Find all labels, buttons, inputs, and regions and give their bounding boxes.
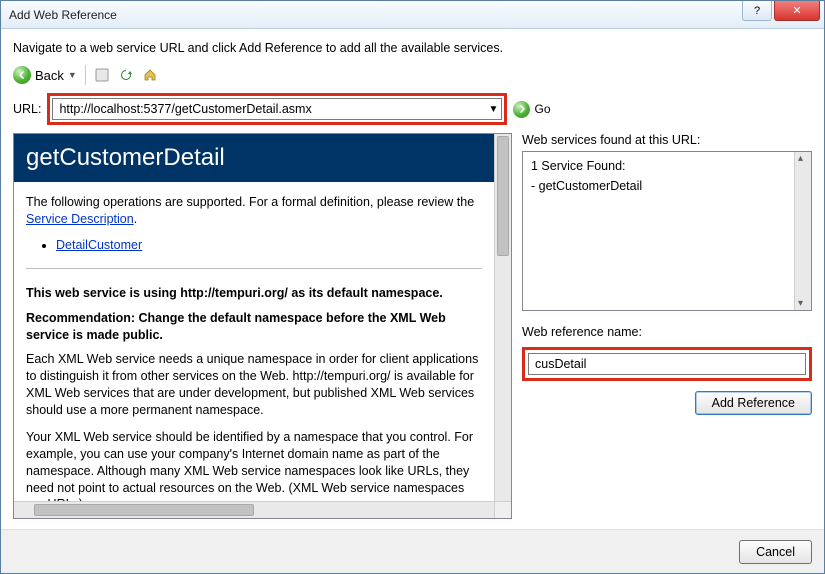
- window-title: Add Web Reference: [9, 8, 117, 22]
- url-input[interactable]: [53, 102, 485, 116]
- stop-icon[interactable]: [94, 67, 110, 83]
- preview-divider: [26, 268, 482, 269]
- service-item[interactable]: - getCustomerDetail: [531, 178, 793, 194]
- services-found-list[interactable]: 1 Service Found: - getCustomerDetail: [522, 151, 812, 311]
- url-row: URL: ▼ Go: [13, 93, 812, 125]
- namespace-para-2: Your XML Web service should be identifie…: [26, 429, 482, 501]
- close-icon: ✕: [792, 4, 801, 17]
- close-button[interactable]: ✕: [774, 1, 820, 21]
- dialog-content: Navigate to a web service URL and click …: [1, 29, 824, 529]
- go-arrow-icon: [513, 101, 530, 118]
- url-dropdown-caret-icon[interactable]: ▼: [485, 104, 501, 115]
- url-combo[interactable]: ▼: [52, 98, 502, 120]
- right-column: Web services found at this URL: 1 Servic…: [522, 133, 812, 519]
- service-title: getCustomerDetail: [14, 134, 494, 182]
- preview-scroll-area[interactable]: getCustomerDetail The following operatio…: [14, 134, 494, 501]
- namespace-heading: This web service is using http://tempuri…: [26, 285, 482, 302]
- back-arrow-icon: [13, 66, 31, 84]
- web-reference-name-highlight: [522, 347, 812, 381]
- web-reference-name-label: Web reference name:: [522, 325, 812, 339]
- service-preview-pane: getCustomerDetail The following operatio…: [13, 133, 512, 519]
- services-found-label: Web services found at this URL:: [522, 133, 812, 147]
- titlebar: Add Web Reference ? ✕: [1, 1, 824, 29]
- preview-vertical-scrollbar[interactable]: [494, 134, 511, 501]
- url-field-highlight: ▼: [47, 93, 507, 125]
- add-web-reference-dialog: Add Web Reference ? ✕ Navigate to a web …: [0, 0, 825, 574]
- back-dropdown-caret-icon[interactable]: ▼: [68, 70, 77, 80]
- service-intro: The following operations are supported. …: [26, 194, 482, 228]
- help-icon: ?: [754, 5, 760, 17]
- body-columns: getCustomerDetail The following operatio…: [13, 133, 812, 519]
- preview-pane-column: getCustomerDetail The following operatio…: [13, 133, 512, 519]
- web-reference-name-input[interactable]: [528, 353, 806, 375]
- help-button[interactable]: ?: [742, 1, 772, 21]
- add-reference-button[interactable]: Add Reference: [695, 391, 812, 415]
- home-icon[interactable]: [142, 67, 158, 83]
- go-button[interactable]: Go: [513, 101, 550, 118]
- refresh-icon[interactable]: [118, 67, 134, 83]
- listbox-scrollbar[interactable]: [794, 152, 811, 310]
- service-description-link[interactable]: Service Description: [26, 212, 134, 226]
- url-label: URL:: [13, 102, 41, 116]
- services-summary: 1 Service Found:: [531, 158, 793, 174]
- back-label: Back: [35, 68, 64, 83]
- back-button[interactable]: Back ▼: [13, 66, 77, 84]
- cancel-button[interactable]: Cancel: [739, 540, 812, 564]
- nav-toolbar: Back ▼: [13, 65, 812, 85]
- operations-list: DetailCustomer: [56, 238, 482, 252]
- dialog-footer: Cancel: [1, 529, 824, 573]
- namespace-para-1: Each XML Web service needs a unique name…: [26, 351, 482, 419]
- go-label: Go: [534, 102, 550, 116]
- recommendation-heading: Recommendation: Change the default names…: [26, 310, 482, 344]
- scroll-corner: [494, 501, 511, 518]
- operation-link[interactable]: DetailCustomer: [56, 238, 142, 252]
- toolbar-separator: [85, 65, 86, 85]
- preview-horizontal-scrollbar[interactable]: [14, 501, 494, 518]
- instruction-text: Navigate to a web service URL and click …: [13, 41, 812, 55]
